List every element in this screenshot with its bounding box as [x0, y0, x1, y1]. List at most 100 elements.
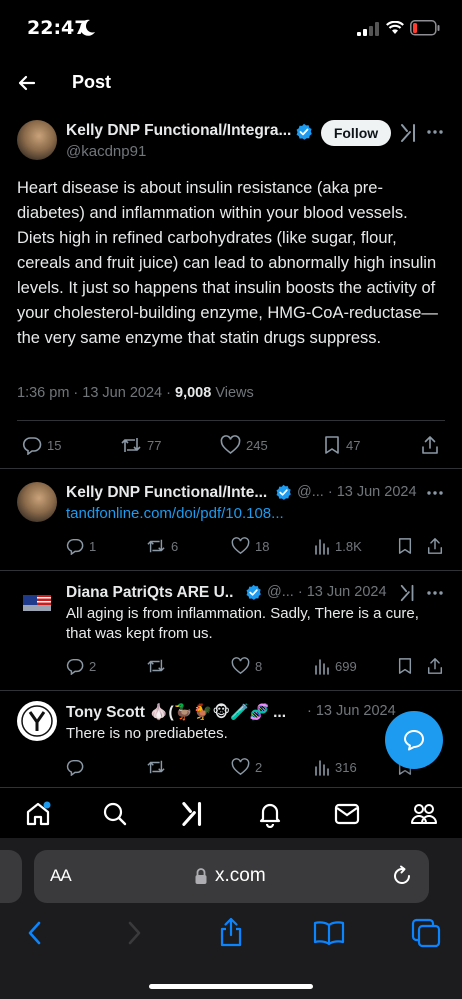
more-options-icon[interactable] [426, 129, 444, 135]
verified-badge-icon [276, 484, 291, 500]
page-title: Post [72, 72, 112, 92]
views-action[interactable]: 1.8K [314, 537, 362, 555]
lock-icon [195, 868, 207, 884]
reply-author-name[interactable]: Kelly DNP Functional/Inte... [66, 484, 271, 502]
like-action[interactable]: 18 [231, 537, 269, 555]
flag-avatar-icon [23, 595, 51, 611]
bottom-tab-bar [0, 787, 462, 839]
compose-reply-button[interactable] [385, 711, 443, 769]
messages-envelope-icon[interactable] [334, 802, 360, 826]
reply-handle-date: @... · 13 Jun 2024 [267, 584, 387, 600]
views-action[interactable]: 699 [314, 657, 357, 675]
reply-author-name[interactable]: Tony Scott 🧄(🦆🐓🐵🧪🧬 ... [66, 703, 292, 722]
share-sheet-icon[interactable] [217, 916, 245, 948]
like-action[interactable]: 2 [231, 758, 262, 776]
heart-icon [231, 758, 250, 776]
reply-avatar[interactable] [17, 482, 57, 522]
share-icon[interactable] [426, 657, 444, 675]
search-icon[interactable] [102, 801, 128, 827]
heart-icon [231, 657, 250, 675]
author-name[interactable]: Kelly DNP Functional/Integra... [66, 122, 291, 140]
views-count: 1.8K [335, 538, 362, 554]
like-action[interactable]: 245 [220, 435, 268, 455]
reply-handle-date: · 13 Jun 2024 [307, 703, 396, 719]
status-time: 22:47 [27, 17, 88, 39]
back-arrow-icon[interactable] [14, 70, 40, 96]
previous-tab-preview[interactable] [0, 850, 22, 903]
more-options-icon[interactable] [426, 590, 444, 596]
status-bar: 22:47 [0, 0, 462, 56]
reply-action[interactable]: 2 [66, 657, 96, 675]
divider [17, 420, 445, 421]
bookmark-action[interactable]: 47 [323, 435, 360, 455]
reply-avatar[interactable] [17, 701, 57, 741]
notifications-bell-icon[interactable] [257, 800, 283, 828]
views-count: 316 [335, 759, 357, 775]
reload-icon[interactable] [391, 865, 413, 887]
post-text: Heart disease is about insulin resistanc… [17, 179, 438, 347]
cellular-signal-icon [357, 22, 379, 36]
tabs-overview-icon[interactable] [411, 918, 441, 948]
url-text[interactable]: x.com [215, 865, 266, 887]
follow-button[interactable]: Follow [321, 120, 391, 146]
reply-text: There is no prediabetes. [66, 725, 228, 742]
wifi-icon [386, 21, 404, 34]
y-logo-icon [21, 705, 53, 737]
views-action[interactable]: 316 [314, 758, 357, 776]
reply-action[interactable]: 15 [22, 435, 61, 455]
post-header [0, 56, 462, 108]
repost-count: 77 [147, 437, 162, 453]
repost-icon [147, 760, 165, 774]
bookmarks-book-icon[interactable] [313, 919, 345, 945]
views-count: 9,008 [175, 385, 212, 401]
repost-action[interactable]: 6 [146, 537, 178, 555]
reply-count: 1 [89, 538, 97, 554]
share-icon[interactable] [420, 435, 440, 455]
more-options-icon[interactable] [426, 490, 444, 496]
browser-forward-icon[interactable] [123, 920, 145, 946]
reply-link[interactable]: tandfonline.com/doi/pdf/10.108... [66, 505, 284, 522]
divider [0, 570, 462, 571]
reply-avatar[interactable] [17, 583, 57, 623]
verified-badge-icon [296, 123, 312, 140]
author-avatar[interactable] [17, 120, 57, 160]
reply-author-name[interactable]: Diana PatriQts ARE U... [66, 584, 234, 602]
heart-icon [220, 435, 241, 455]
like-count: 2 [255, 759, 263, 775]
bookmark-count: 47 [346, 437, 361, 453]
moon-icon [80, 19, 95, 36]
repost-action[interactable] [146, 758, 171, 776]
battery-icon [410, 20, 440, 36]
bookmark-icon[interactable] [397, 537, 413, 555]
reply-action[interactable]: 1 [66, 537, 96, 555]
bookmark-icon[interactable] [397, 657, 413, 675]
browser-back-icon[interactable] [24, 920, 46, 946]
repost-action[interactable]: 77 [120, 435, 161, 455]
grok-icon[interactable] [180, 801, 206, 827]
grok-icon[interactable] [399, 123, 419, 143]
analytics-icon [315, 659, 329, 675]
views-label: Views [211, 385, 254, 401]
reply-icon [66, 759, 84, 776]
reader-settings-button[interactable]: AA [50, 866, 72, 886]
reply-icon [22, 437, 42, 455]
repost-action[interactable] [146, 657, 171, 675]
like-count: 245 [246, 437, 268, 453]
grok-icon[interactable] [399, 584, 417, 602]
analytics-icon [315, 760, 329, 776]
communities-icon[interactable] [410, 801, 438, 827]
address-bar[interactable]: AA x.com [34, 850, 429, 903]
views-count: 699 [335, 658, 357, 674]
like-action[interactable]: 8 [231, 657, 262, 675]
reply-action[interactable] [66, 758, 89, 776]
like-count: 8 [255, 658, 263, 674]
post-meta: 1:36 pm · 13 Jun 2024 · 9,008 Views [17, 385, 254, 401]
heart-icon [231, 537, 250, 555]
home-icon[interactable] [24, 800, 52, 828]
share-icon[interactable] [426, 537, 444, 555]
home-indicator [149, 984, 313, 989]
analytics-icon [315, 539, 329, 555]
repost-icon [147, 659, 165, 673]
author-handle[interactable]: @kacdnp91 [66, 143, 146, 160]
chat-bubble-icon [404, 730, 424, 751]
